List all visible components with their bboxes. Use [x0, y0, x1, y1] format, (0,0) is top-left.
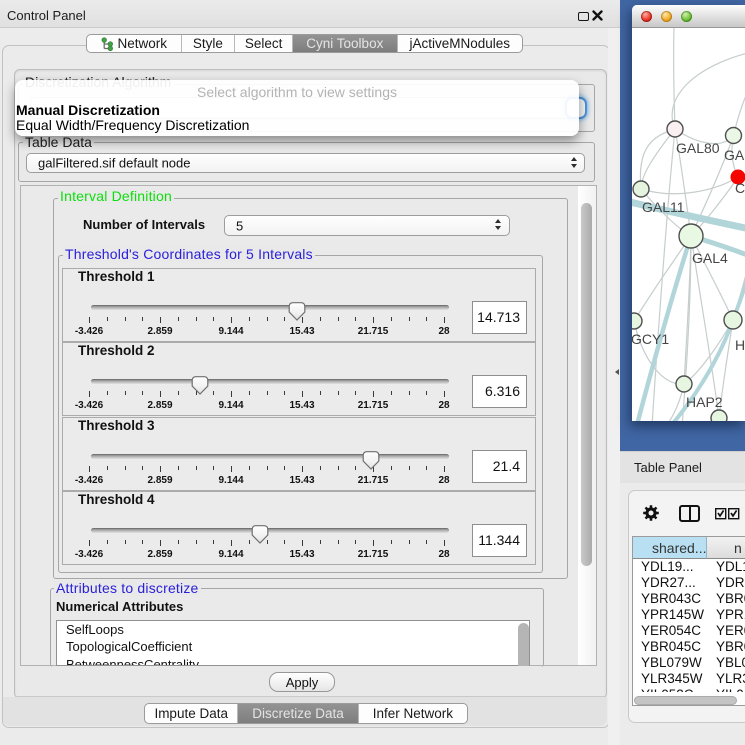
svg-text:GA: GA: [724, 147, 745, 163]
svg-text:GAL80: GAL80: [676, 140, 720, 156]
svg-text:HAP2: HAP2: [686, 394, 723, 410]
svg-text:GAL4: GAL4: [692, 250, 728, 266]
svg-text:HA: HA: [735, 337, 745, 353]
svg-text:GCY1: GCY1: [632, 331, 669, 347]
svg-text:GAL11: GAL11: [642, 199, 685, 215]
svg-text:CR: CR: [735, 180, 745, 196]
